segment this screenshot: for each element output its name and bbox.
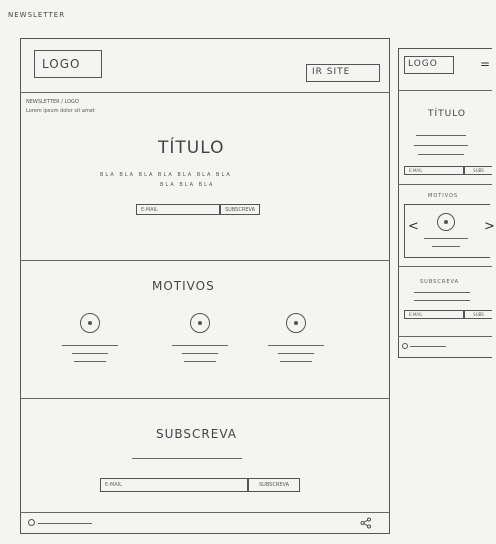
mobile-header-divider <box>398 90 492 91</box>
mobile-motives-title: MOTIVOS <box>428 193 459 199</box>
mobile-hero-title: TÍTULO <box>428 109 467 119</box>
subscribe-desc-line <box>132 458 242 459</box>
footer-copyright-icon <box>28 519 35 526</box>
mobile-logo: LOGO <box>408 59 438 69</box>
mobile-subscribe-title: SUBSCREVA <box>420 279 459 285</box>
motive-1-line-2 <box>72 353 108 354</box>
motive-2-line-3 <box>184 361 216 362</box>
motive-1-line-1 <box>62 345 118 346</box>
desktop-hero-title: TÍTULO <box>158 138 225 158</box>
carousel-right-arrow[interactable]: > <box>484 220 495 233</box>
breadcrumb: NEWSLETTER / LOGO <box>26 99 79 105</box>
motive-icon-3-dot <box>294 321 298 325</box>
mobile-motive-line-2 <box>432 246 460 247</box>
desktop-hero-text-2: BLA BLA BLA <box>160 182 215 188</box>
mobile-hero-divider <box>398 184 492 185</box>
mobile-menu-icon[interactable]: = <box>480 58 490 70</box>
carousel-left-arrow[interactable]: < <box>408 220 419 233</box>
desktop-motives-title: MOTIVOS <box>152 279 215 293</box>
desktop-subscribe-button-2[interactable]: SUBSCREVA <box>248 478 300 492</box>
mobile-hero-line-2 <box>414 145 468 146</box>
desktop-cta-label: IR SITE <box>312 67 351 77</box>
motive-3-line-3 <box>280 361 312 362</box>
header-divider <box>20 92 390 93</box>
mobile-hero-line-3 <box>418 154 464 155</box>
desktop-email-input[interactable]: E-MAIL <box>136 204 220 215</box>
mobile-email-input-2[interactable]: E-MAIL <box>404 310 464 319</box>
hero-divider <box>20 260 390 261</box>
mobile-footer-line <box>410 346 446 347</box>
desktop-subscribe-title: SUBSCREVA <box>156 427 237 441</box>
footer-text-line <box>38 523 92 524</box>
motive-icon-2-dot <box>198 321 202 325</box>
motive-icon-1-dot <box>88 321 92 325</box>
footer-divider <box>20 512 390 513</box>
motive-1-line-3 <box>74 361 106 362</box>
desktop-logo: LOGO <box>42 57 81 71</box>
mobile-footer-divider <box>398 336 492 337</box>
mobile-motive-icon-dot <box>444 220 448 224</box>
share-icon[interactable] <box>360 517 372 529</box>
motives-divider <box>20 398 390 399</box>
mobile-subscribe-line-1 <box>414 292 470 293</box>
mobile-motives-divider <box>398 266 492 267</box>
mobile-copyright-icon <box>402 343 408 349</box>
mobile-subscribe-button[interactable]: SUBS <box>464 166 492 175</box>
breadcrumb-sub: Lorem ipsum dolor sit amet <box>26 108 95 114</box>
mobile-subscribe-button-2[interactable]: SUBS <box>464 310 492 319</box>
mobile-subscribe-line-2 <box>414 300 470 301</box>
mobile-hero-line-1 <box>416 135 466 136</box>
motive-2-line-1 <box>172 345 228 346</box>
page-label: NEWSLETTER <box>8 11 66 19</box>
motive-3-line-2 <box>278 353 314 354</box>
motive-2-line-2 <box>182 353 218 354</box>
desktop-subscribe-button[interactable]: SUBSCREVA <box>220 204 260 215</box>
mobile-motive-line-1 <box>424 238 468 239</box>
desktop-hero-text-1: BLA BLA BLA BLA BLA BLA BLA <box>100 172 232 178</box>
desktop-email-input-2[interactable]: E-MAIL <box>100 478 248 492</box>
mobile-email-input[interactable]: E-MAIL <box>404 166 464 175</box>
motive-3-line-1 <box>268 345 324 346</box>
